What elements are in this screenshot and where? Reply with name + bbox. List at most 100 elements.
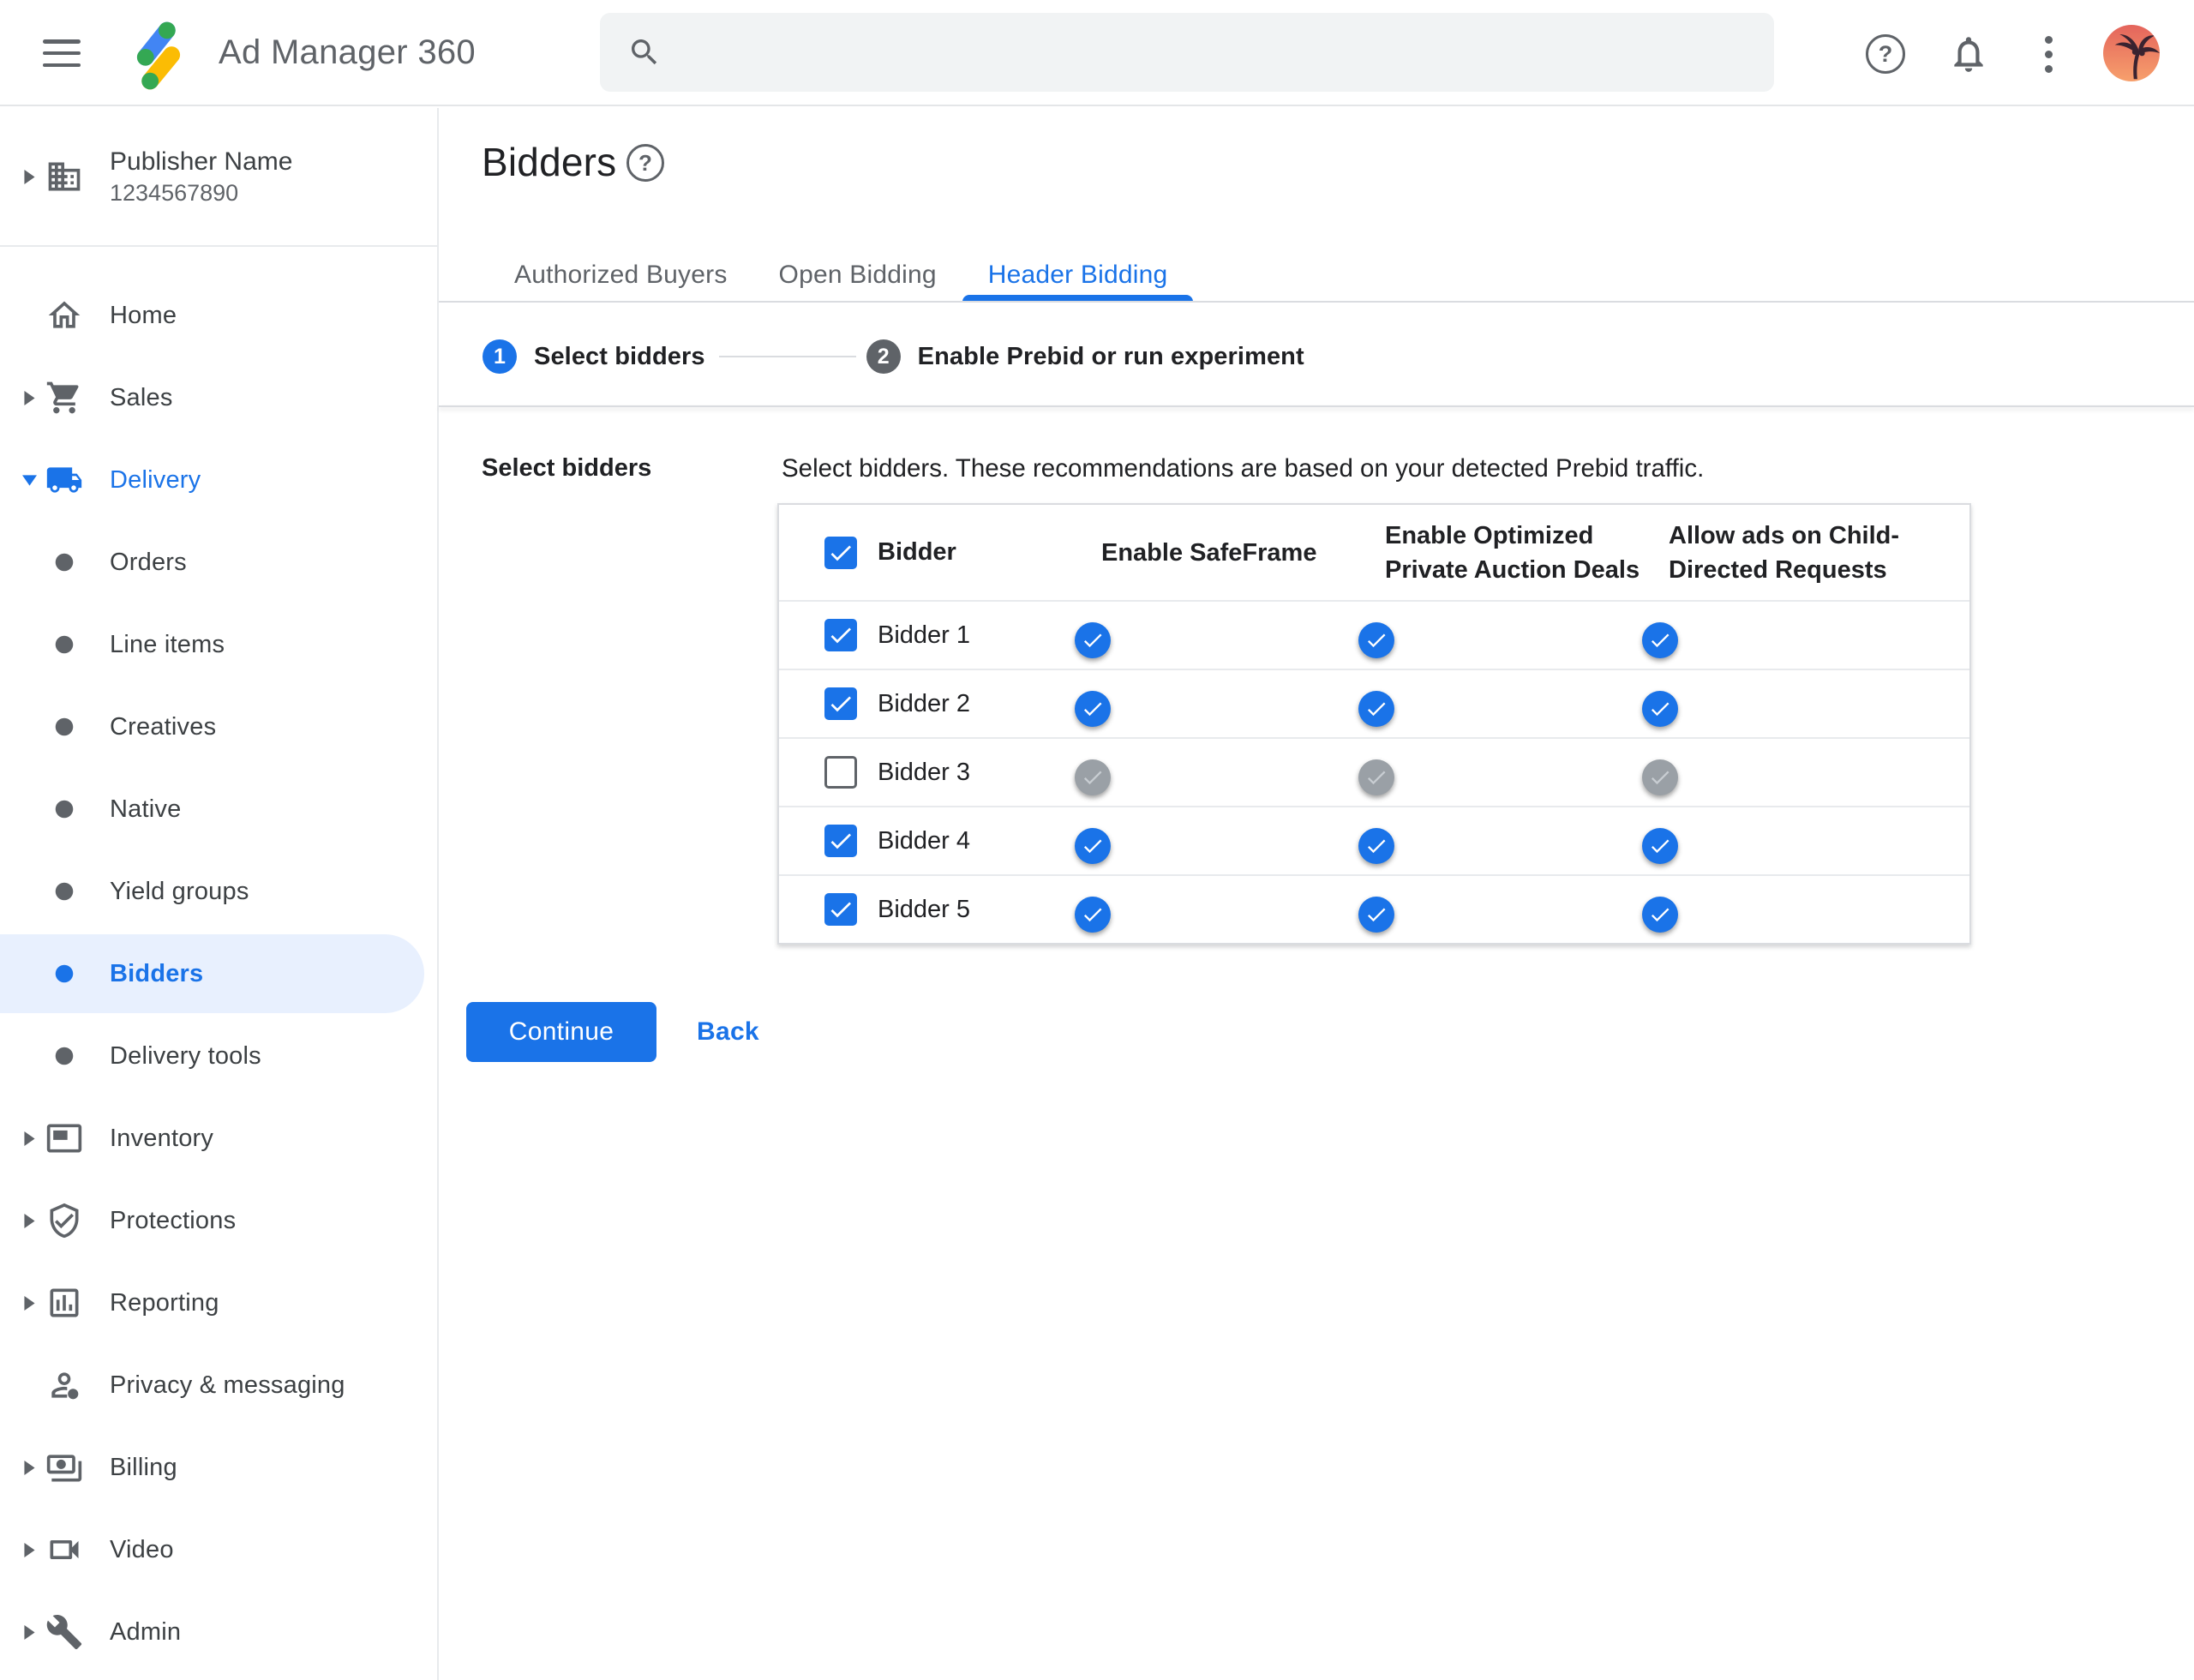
- sidebar-item-billing[interactable]: Billing: [0, 1426, 437, 1509]
- sidebar-item-home[interactable]: Home: [0, 274, 437, 357]
- sidebar-item-label: Sales: [110, 383, 173, 411]
- publisher-selector[interactable]: Publisher Name 1234567890: [0, 108, 437, 247]
- sidebar-item-bidders[interactable]: Bidders: [0, 933, 437, 1015]
- tab-header-bidding[interactable]: Header Bidding: [962, 248, 1194, 303]
- avatar[interactable]: [2103, 25, 2160, 81]
- dot-icon: [45, 790, 83, 828]
- cart-icon: [45, 379, 83, 417]
- search-bar[interactable]: [600, 13, 1774, 92]
- sidebar-item-protections[interactable]: Protections: [0, 1179, 437, 1262]
- stepper: 1 Select bidders 2 Enable Prebid or run exp…: [483, 339, 1304, 374]
- home-icon: [45, 297, 83, 334]
- sidebar-item-inventory[interactable]: Inventory: [0, 1097, 437, 1179]
- sidebar-item-native[interactable]: Native: [0, 768, 437, 850]
- sidebar-item-sales[interactable]: Sales: [0, 357, 437, 439]
- sidebar-item-video[interactable]: Video: [0, 1509, 437, 1591]
- main-content: Bidders ? Authorized Buyers Open Bidding H…: [439, 108, 2194, 1680]
- column-header: Bidder: [878, 538, 956, 566]
- sidebar-item-line-items[interactable]: Line items: [0, 603, 437, 686]
- tab-open-bidding[interactable]: Open Bidding: [753, 248, 962, 303]
- page-help-icon[interactable]: ?: [626, 144, 664, 182]
- section-description: Select bidders. These recommendations ar…: [782, 454, 1705, 483]
- sidebar-item-delivery[interactable]: Delivery: [0, 439, 437, 521]
- bidder-checkbox[interactable]: [824, 893, 857, 926]
- sidebar-item-label: Delivery tools: [110, 1041, 261, 1070]
- bidder-checkbox[interactable]: [824, 687, 857, 720]
- more-vert-icon[interactable]: [2037, 34, 2059, 74]
- bidder-name: Bidder 1: [878, 621, 971, 649]
- sidebar-item-delivery-tools[interactable]: Delivery tools: [0, 1015, 437, 1097]
- shield-icon: [45, 1202, 83, 1239]
- stepper-divider: [439, 405, 2194, 407]
- stepper-connector: [718, 356, 856, 357]
- search-icon: [632, 39, 657, 65]
- caret-right-icon: [21, 1542, 38, 1557]
- sidebar-item-orders[interactable]: Orders: [0, 521, 437, 603]
- admin-icon: [45, 1613, 83, 1651]
- sidebar-item-admin[interactable]: Admin: [0, 1591, 437, 1673]
- notifications-icon[interactable]: [1947, 33, 1990, 75]
- dot-icon: [45, 543, 83, 581]
- bidder-checkbox[interactable]: [824, 619, 857, 651]
- bidder-checkbox[interactable]: [824, 756, 857, 789]
- sidebar-item-label: Orders: [110, 548, 187, 576]
- sidebar-item-label: Protections: [110, 1206, 237, 1234]
- bidder-name: Bidder 5: [878, 895, 971, 923]
- table-row: Bidder 1: [779, 600, 1969, 669]
- ad-manager-logo: [122, 19, 195, 90]
- page-title: Bidders: [482, 140, 617, 184]
- bidder-name: Bidder 4: [878, 826, 971, 855]
- caret-down-icon: [21, 474, 38, 486]
- caret-right-icon: [21, 390, 38, 405]
- caret-right-icon: [21, 1624, 38, 1640]
- step-number: 1: [483, 339, 517, 374]
- tab-authorized-buyers[interactable]: Authorized Buyers: [489, 248, 753, 303]
- tabs-divider: [439, 301, 2194, 303]
- step-label: Enable Prebid or run experiment: [917, 342, 1304, 370]
- column-header: Allow ads on Child- Directed Requests: [1669, 521, 1900, 584]
- caret-right-icon: [21, 1295, 38, 1311]
- back-button[interactable]: Back: [697, 1002, 759, 1062]
- sidebar-item-label: Reporting: [110, 1288, 219, 1317]
- dot-icon: [45, 708, 83, 746]
- menu-icon[interactable]: [43, 39, 81, 67]
- caret-right-icon: [21, 169, 38, 184]
- sidebar-item-label: Inventory: [110, 1124, 214, 1152]
- sidebar-item-label: Delivery: [110, 465, 201, 494]
- caret-right-icon: [21, 1131, 38, 1146]
- step-number: 2: [866, 339, 901, 374]
- dot-icon: [45, 1037, 83, 1075]
- dot-icon: [45, 626, 83, 663]
- continue-button[interactable]: Continue: [466, 1002, 656, 1062]
- tabs: Authorized Buyers Open Bidding Header Bidd…: [489, 248, 1193, 303]
- publisher-name: Publisher Name: [110, 147, 293, 176]
- inventory-icon: [45, 1119, 83, 1157]
- privacy-icon: [45, 1366, 83, 1404]
- sidebar-item-label: Home: [110, 301, 177, 329]
- sidebar-item-label: Bidders: [110, 959, 204, 987]
- sidebar-item-label: Admin: [110, 1617, 182, 1646]
- bidders-table: Bidder Enable SafeFrame Enable Optimized P…: [777, 503, 1971, 945]
- sidebar-nav: Home Sales Delivery Orders Line items Creativ…: [0, 247, 437, 1673]
- table-row: Bidder 4: [779, 806, 1969, 874]
- bidder-checkbox[interactable]: [824, 825, 857, 857]
- select-all-checkbox[interactable]: [824, 536, 857, 569]
- sidebar-item-creatives[interactable]: Creatives: [0, 686, 437, 768]
- column-header: Enable Optimized Private Auction Deals: [1385, 521, 1640, 584]
- caret-right-icon: [21, 1460, 38, 1475]
- table-row: Bidder 2: [779, 669, 1969, 737]
- building-icon: [45, 158, 83, 195]
- search-input[interactable]: [682, 37, 1747, 68]
- help-icon[interactable]: ?: [1866, 34, 1905, 74]
- column-header: Enable SafeFrame: [1101, 538, 1317, 567]
- sidebar-item-reporting[interactable]: Reporting: [0, 1262, 437, 1344]
- sidebar-item-yield-groups[interactable]: Yield groups: [0, 850, 437, 933]
- sidebar-item-privacy[interactable]: Privacy & messaging: [0, 1344, 437, 1426]
- sidebar-item-label: Line items: [110, 630, 225, 658]
- billing-icon: [45, 1449, 83, 1486]
- table-row: Bidder 3: [779, 737, 1969, 806]
- truck-icon: [45, 461, 83, 499]
- bidder-name: Bidder 2: [878, 689, 971, 717]
- dot-icon: [45, 955, 83, 993]
- sidebar-item-label: Native: [110, 795, 182, 823]
